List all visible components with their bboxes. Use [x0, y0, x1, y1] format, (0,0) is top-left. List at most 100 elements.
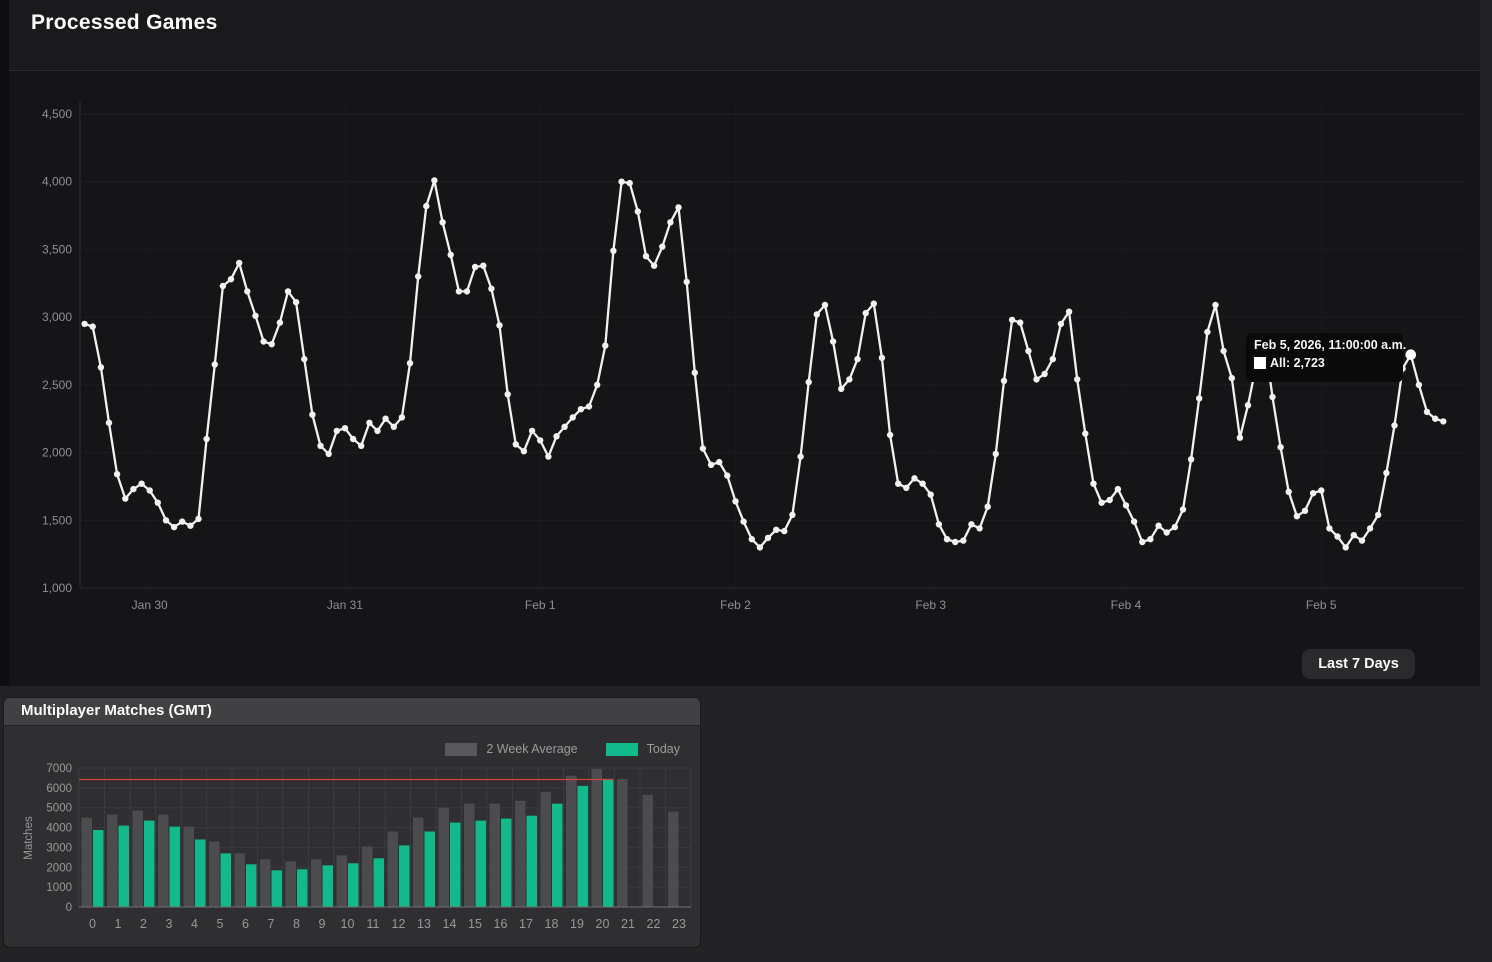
bar-2-week-average	[362, 846, 373, 907]
data-point	[821, 301, 829, 309]
bar-2-week-average	[158, 814, 169, 907]
data-point	[358, 442, 365, 449]
bar-today	[220, 853, 231, 907]
x-axis-tick: 1	[115, 917, 122, 931]
data-point	[1025, 347, 1032, 355]
data-point	[1383, 469, 1390, 477]
data-point	[1432, 415, 1439, 422]
data-point	[211, 361, 218, 368]
x-axis-tick: 22	[647, 917, 661, 931]
data-point	[260, 338, 267, 345]
data-point	[154, 499, 161, 506]
data-point	[1049, 355, 1057, 363]
bar-chart[interactable]: 010002000300040005000600070000 1 2 3 4 5 6 7 8 9 1…	[4, 726, 700, 947]
data-point	[797, 453, 804, 460]
data-point	[903, 484, 910, 491]
data-point	[886, 431, 894, 439]
data-point	[138, 480, 145, 487]
data-point	[1065, 308, 1073, 315]
x-axis-tick: 17	[519, 917, 533, 931]
data-point	[1350, 532, 1358, 539]
data-point	[1244, 402, 1252, 409]
x-axis-tick: Feb 2	[720, 598, 751, 612]
data-point	[1269, 393, 1276, 401]
data-point	[162, 517, 170, 524]
data-point	[333, 427, 340, 435]
data-point	[366, 419, 373, 426]
data-point	[878, 354, 886, 361]
data-point	[756, 544, 764, 551]
data-point	[919, 480, 926, 487]
x-axis-tick: 4	[191, 917, 198, 931]
data-point	[1334, 533, 1341, 540]
data-point	[1204, 328, 1211, 336]
data-point	[252, 312, 259, 319]
line-series-all	[83, 179, 1445, 549]
bar-today	[118, 825, 129, 907]
bar-2-week-average	[413, 817, 424, 907]
bar-today	[169, 826, 180, 907]
data-point	[1277, 444, 1284, 451]
data-point	[455, 288, 463, 295]
bar-2-week-average	[234, 853, 245, 907]
last-7-days-button[interactable]: Last 7 Days	[1302, 649, 1415, 679]
y-axis-tick: 2,500	[42, 378, 72, 392]
bar-2-week-average	[515, 800, 526, 907]
data-point	[618, 178, 625, 185]
bar-2-week-average	[438, 807, 449, 907]
data-point	[740, 518, 747, 525]
bar-today	[399, 845, 410, 907]
data-point	[1098, 499, 1105, 506]
data-point	[374, 427, 381, 435]
data-point	[781, 527, 788, 535]
data-point	[626, 179, 633, 187]
x-axis-tick: 5	[217, 917, 224, 931]
data-point	[1228, 374, 1236, 382]
data-point	[423, 202, 430, 210]
data-point	[634, 208, 641, 215]
data-point	[577, 406, 585, 413]
bar-2-week-average	[81, 817, 92, 907]
data-point	[301, 355, 308, 363]
data-point	[1196, 395, 1203, 402]
data-point	[911, 475, 918, 482]
x-axis-tick: 8	[293, 917, 300, 931]
data-point	[968, 521, 975, 528]
data-point	[390, 423, 397, 430]
data-point	[1017, 319, 1024, 326]
data-point	[1326, 525, 1333, 532]
data-point	[610, 247, 617, 254]
data-point	[1366, 525, 1374, 532]
x-axis-tick: 11	[367, 917, 380, 931]
bar-2-week-average	[489, 803, 500, 907]
bar-2-week-average	[209, 841, 220, 907]
data-point	[1415, 381, 1423, 389]
y-axis-tick: 7000	[46, 763, 72, 775]
legend: 2 Week Average Today	[417, 742, 680, 756]
x-axis-tick: 0	[89, 917, 96, 931]
data-point	[236, 259, 243, 267]
data-point	[764, 534, 772, 542]
data-point	[105, 419, 113, 426]
data-point	[97, 364, 105, 371]
y-axis-tick: 4,000	[42, 175, 72, 189]
data-point	[732, 498, 739, 505]
x-axis-tick: 12	[392, 917, 406, 931]
x-axis-tick: Feb 1	[525, 598, 556, 612]
data-point	[179, 518, 186, 525]
data-point	[1163, 529, 1170, 536]
data-point	[1220, 347, 1227, 355]
bar-2-week-average	[132, 810, 143, 907]
data-point	[1187, 456, 1195, 463]
data-point	[113, 471, 121, 478]
data-point	[349, 435, 357, 443]
bar-today	[424, 831, 435, 907]
bar-2-week-average	[387, 831, 398, 907]
data-point	[276, 319, 284, 326]
multiplayer-matches-panel: Multiplayer Matches (GMT) 2 Week Average…	[3, 697, 701, 948]
data-point	[130, 485, 137, 493]
data-point	[1090, 480, 1097, 487]
data-point	[325, 450, 332, 458]
data-point	[284, 288, 292, 295]
data-point	[317, 442, 324, 449]
